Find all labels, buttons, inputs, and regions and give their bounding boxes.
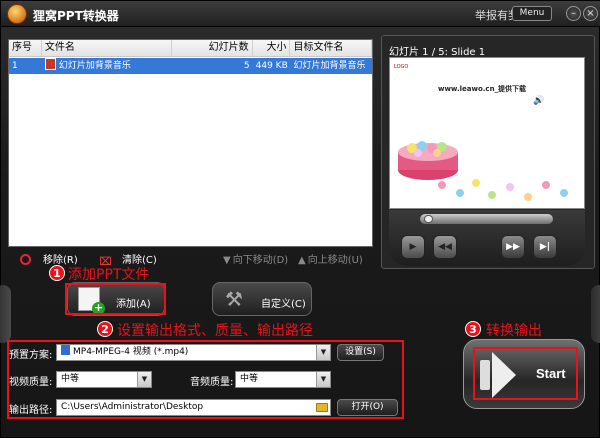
seek-slider-thumb[interactable] — [424, 215, 433, 223]
app-logo-icon — [7, 4, 27, 24]
forward-button[interactable]: ▶▶ — [501, 235, 525, 259]
right-edge-decoration — [591, 285, 600, 343]
previous-icon: ▶ — [409, 242, 417, 252]
column-header-size[interactable]: 大小 — [253, 40, 291, 56]
row-filename-cell: 幻灯片加背景音乐 — [42, 58, 172, 74]
tools-icon: ⚒ — [225, 287, 243, 311]
next-slide-button[interactable]: ▶| — [533, 235, 557, 259]
arrow-down-icon: ▼ — [223, 255, 231, 266]
step-3-badge: 3 — [465, 321, 481, 337]
left-edge-decoration — [0, 285, 11, 343]
row-index: 1 — [12, 61, 18, 71]
rewind-icon: ◀◀ — [438, 242, 452, 252]
remove-icon — [20, 254, 31, 265]
list-toolbar: 移除(R) ⌧ 清除(C) ▼ 向下移动(D) ▲ 向上移动(U) — [8, 248, 373, 268]
row-target: 幻灯片加背景音乐 — [293, 61, 366, 71]
arrow-up-icon: ▲ — [298, 255, 306, 266]
row-filename: 幻灯片加背景音乐 — [58, 61, 131, 71]
move-down-label: 向下移动(D) — [232, 255, 289, 266]
move-up-button[interactable]: ▲ 向上移动(U) — [298, 251, 363, 266]
column-header-target[interactable]: 目标文件名 — [290, 40, 372, 56]
table-row[interactable]: 1 幻灯片加背景音乐 5 449 KB 幻灯片加背景音乐 — [9, 58, 372, 74]
slide-url-text: www.leawo.cn_提供下载 — [438, 85, 527, 93]
ppt-file-icon — [44, 58, 56, 70]
slide-preview: LOGO www.leawo.cn_提供下载 🔊 — [389, 57, 585, 209]
row-slides: 5 — [243, 61, 250, 71]
next-icon: ▶| — [539, 242, 551, 252]
step-3-text: 转换输出 — [486, 323, 542, 339]
app-window: 狸窝PPT转换器 举报有奖 Menu – × 序号 文件名 幻灯片数 大小 目标… — [0, 0, 600, 438]
annotation-box-settings — [7, 340, 404, 419]
move-down-button[interactable]: ▼ 向下移动(D) — [223, 251, 288, 266]
slide-logo: LOGO — [394, 64, 409, 70]
column-header-slides[interactable]: 幻灯片数 — [172, 40, 253, 56]
close-button[interactable]: × — [583, 6, 598, 21]
seek-slider[interactable] — [419, 213, 554, 225]
player-controls: ▶ ◀◀ ▶▶ ▶| — [389, 210, 585, 266]
annotation-box-add — [65, 283, 166, 315]
column-header-filename[interactable]: 文件名 — [42, 40, 173, 56]
rewind-button[interactable]: ◀◀ — [433, 235, 457, 259]
step-2-badge: 2 — [97, 321, 113, 337]
app-title: 狸窝PPT转换器 — [33, 9, 119, 23]
customize-label: 自定义(C) — [261, 299, 306, 310]
row-size: 449 KB — [255, 61, 288, 71]
forward-icon: ▶▶ — [506, 242, 520, 252]
title-bar[interactable]: 狸窝PPT转换器 举报有奖 Menu – × — [1, 1, 600, 27]
column-header-index[interactable]: 序号 — [9, 40, 42, 56]
annotation-box-start — [473, 347, 578, 400]
customize-button[interactable]: ⚒ 自定义(C) — [212, 282, 312, 316]
table-header: 序号 文件名 幻灯片数 大小 目标文件名 — [9, 40, 372, 57]
speaker-icon: 🔊 — [533, 96, 545, 106]
minimize-button[interactable]: – — [566, 6, 581, 21]
file-list-table[interactable]: 序号 文件名 幻灯片数 大小 目标文件名 1 幻灯片加背景音乐 5 449 KB… — [8, 39, 373, 247]
menu-button[interactable]: Menu — [512, 6, 552, 21]
scattered-candy-image — [438, 179, 568, 201]
slide-caption: 幻灯片 1 / 5: Slide 1 — [389, 47, 486, 58]
step-1-badge: 1 — [49, 265, 65, 281]
previous-slide-button[interactable]: ▶ — [401, 235, 425, 259]
step-1-text: 添加PPT文件 — [68, 267, 150, 283]
step-2-text: 设置输出格式、质量、输出路径 — [117, 323, 313, 339]
preview-panel: 幻灯片 1 / 5: Slide 1 LOGO www.leawo.cn_提供下… — [381, 35, 595, 269]
move-up-label: 向上移动(U) — [307, 255, 363, 266]
